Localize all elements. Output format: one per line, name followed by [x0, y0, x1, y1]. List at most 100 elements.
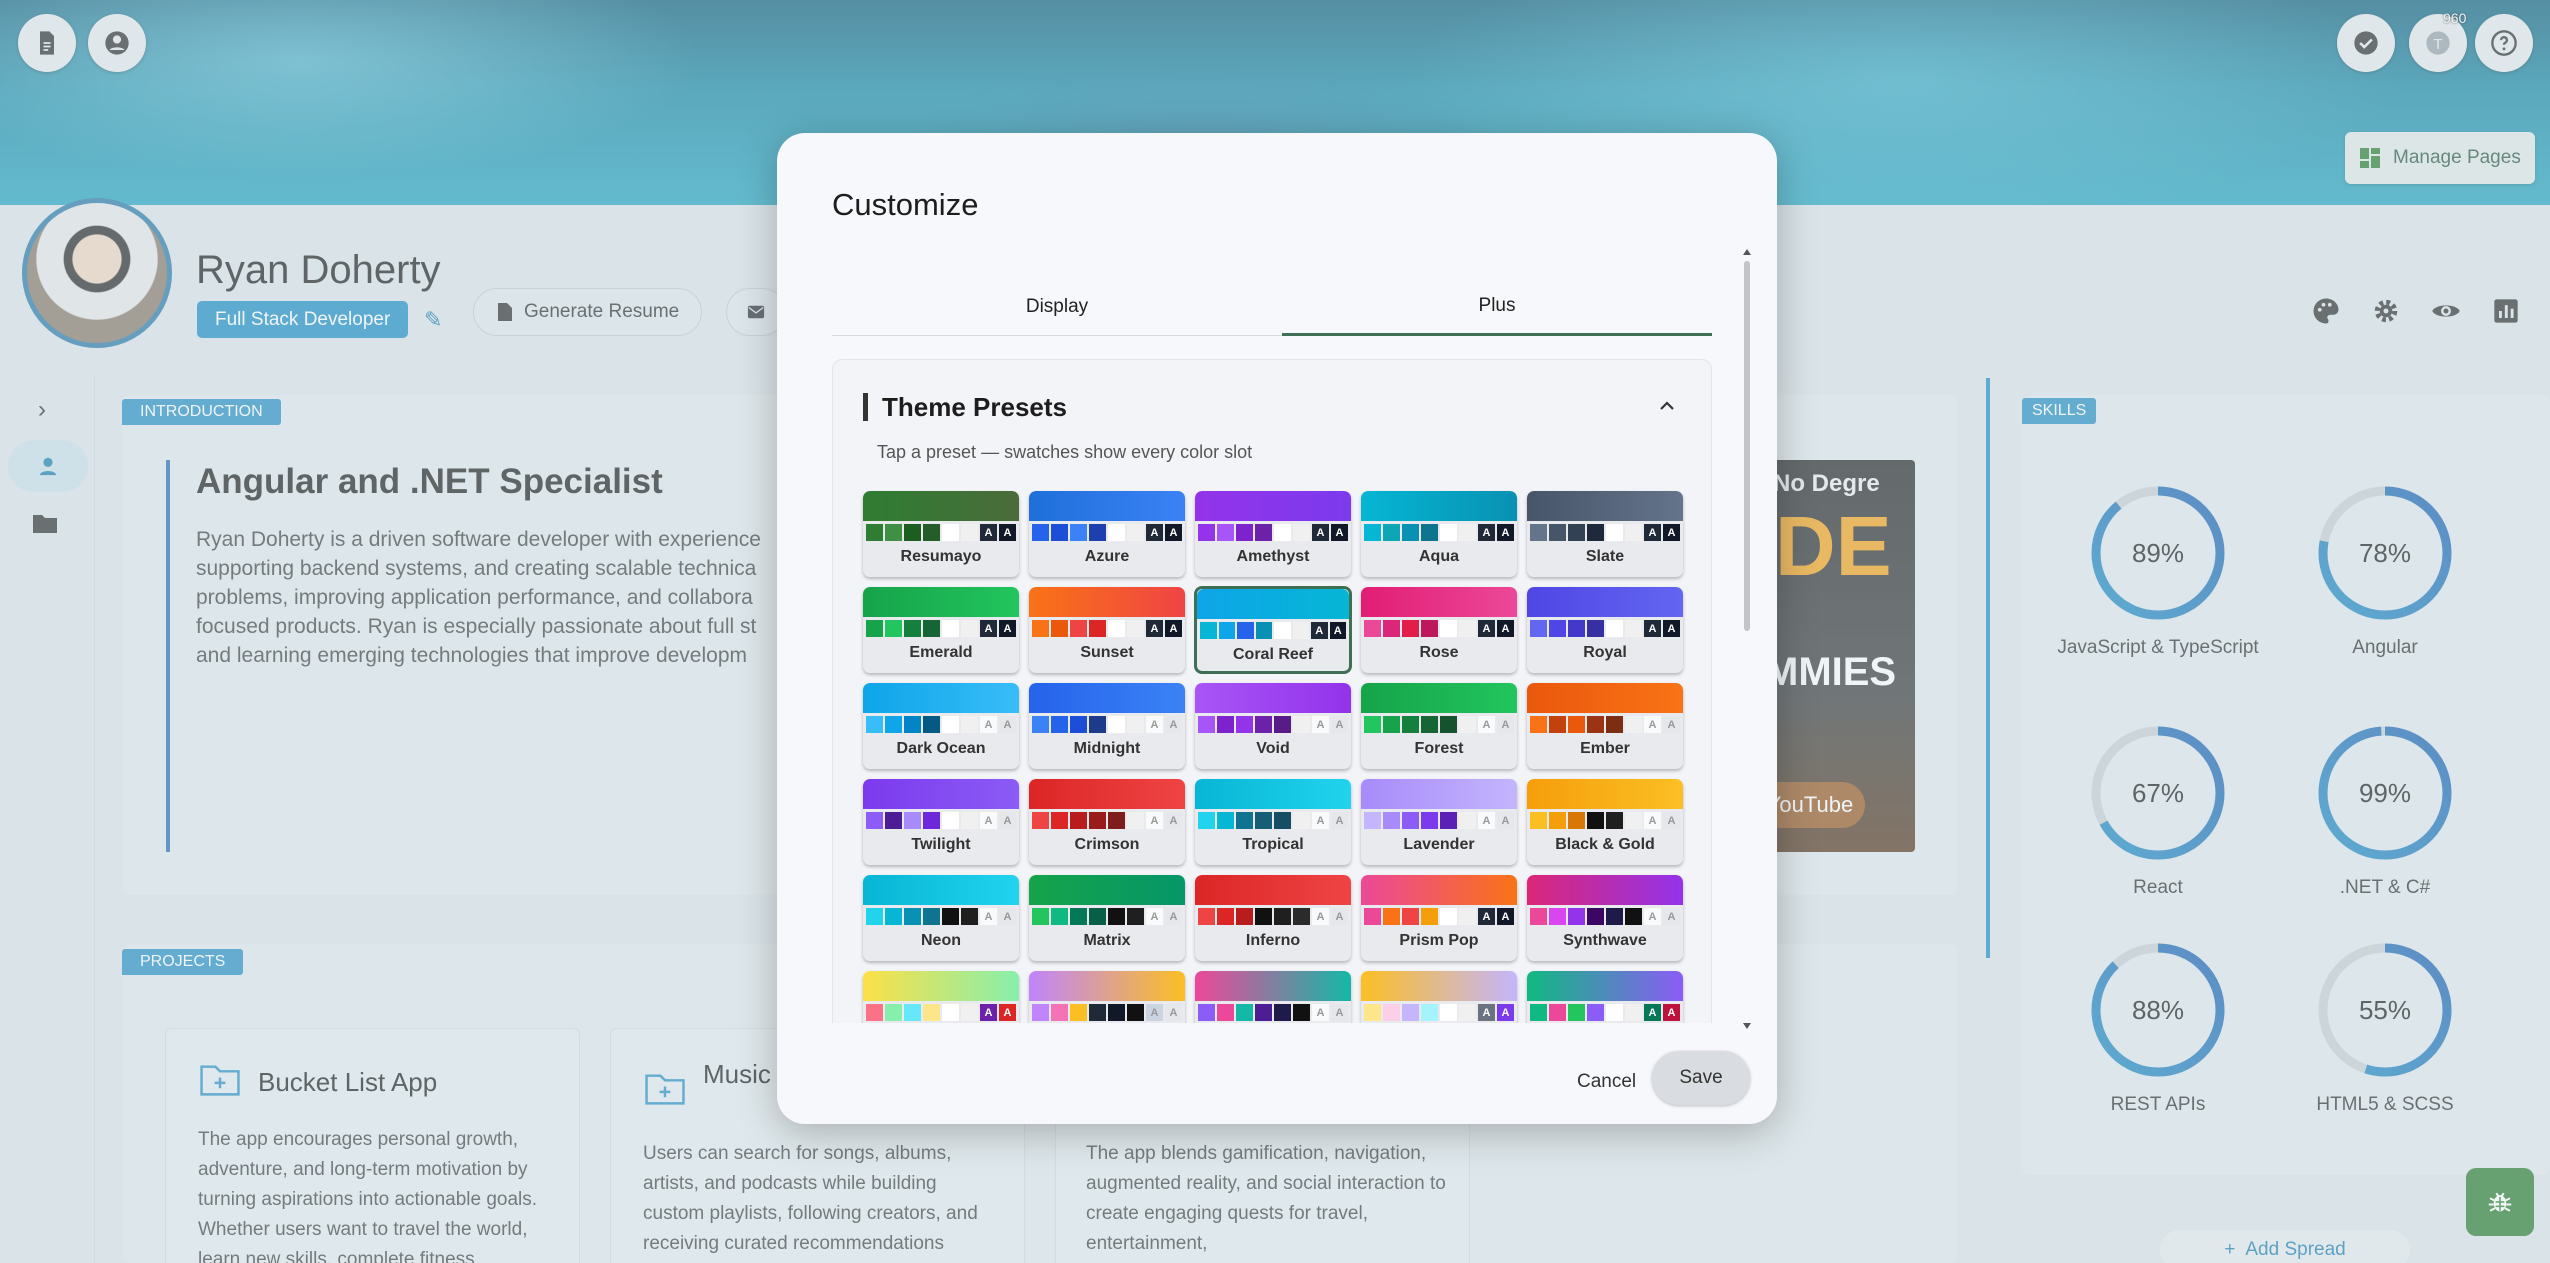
preset-tile[interactable]: A A Forest	[1361, 683, 1517, 769]
color-swatch	[1274, 1004, 1291, 1021]
color-swatch	[1089, 1004, 1106, 1021]
color-swatch	[1051, 716, 1068, 733]
color-swatch	[1625, 812, 1642, 829]
tab-plus[interactable]: Plus	[1282, 278, 1712, 336]
preset-tile[interactable]: A A Tropical	[1195, 779, 1351, 865]
color-swatch	[1032, 524, 1049, 541]
color-swatch	[1568, 908, 1585, 925]
color-swatch: A	[1329, 622, 1346, 639]
preset-tile[interactable]: A A Void	[1195, 683, 1351, 769]
preset-tile[interactable]: A A Matrix	[1029, 875, 1185, 961]
color-swatch	[1032, 1004, 1049, 1021]
preset-tile[interactable]: A A Ember	[1527, 683, 1683, 769]
color-swatch	[1108, 620, 1125, 637]
preset-tile[interactable]: A A Midnight	[1029, 683, 1185, 769]
customize-dialog: Customize Display Plus Theme Presets Tap…	[777, 133, 1777, 1124]
save-button[interactable]: Save	[1652, 1051, 1750, 1105]
color-swatch	[1364, 620, 1381, 637]
color-swatch	[885, 716, 902, 733]
preset-gradient	[1195, 683, 1351, 713]
color-swatch	[1625, 1004, 1642, 1021]
preset-gradient	[1361, 587, 1517, 617]
color-swatch	[1236, 1004, 1253, 1021]
preset-tile[interactable]: A A Sunset	[1029, 587, 1185, 673]
preset-swatches: AA	[1029, 713, 1185, 733]
color-swatch: A	[980, 620, 997, 637]
color-swatch	[1383, 524, 1400, 541]
color-swatch	[1606, 812, 1623, 829]
preset-tile[interactable]: A A Lavender	[1361, 779, 1517, 865]
preset-tile[interactable]: A A Amethyst	[1195, 491, 1351, 577]
preset-name: Inferno	[1245, 932, 1301, 949]
preset-tile[interactable]: A A Prism Pop	[1361, 875, 1517, 961]
color-swatch: A	[1497, 908, 1514, 925]
preset-name: Twilight	[911, 836, 971, 853]
preset-tile[interactable]: A A Rose	[1361, 587, 1517, 673]
preset-tile[interactable]: A A Neon	[863, 875, 1019, 961]
color-swatch	[1255, 1004, 1272, 1021]
theme-presets-heading: Theme Presets	[863, 393, 1067, 421]
dialog-scroll-area[interactable]: Theme Presets Tap a preset — swatches sh…	[832, 359, 1712, 1023]
preset-name: Midnight	[1073, 740, 1141, 757]
color-swatch	[1606, 1004, 1623, 1021]
color-swatch	[885, 908, 902, 925]
color-swatch	[1089, 908, 1106, 925]
color-swatch: A	[1497, 620, 1514, 637]
preset-tile[interactable]: A A Crimson	[1029, 779, 1185, 865]
color-swatch	[1530, 620, 1547, 637]
preset-tile[interactable]: A A Slate	[1527, 491, 1683, 577]
color-swatch	[1051, 908, 1068, 925]
color-swatch: A	[1165, 812, 1182, 829]
preset-name: Black & Gold	[1555, 836, 1655, 853]
color-swatch: A	[1165, 620, 1182, 637]
preset-tile[interactable]: AA	[1029, 971, 1185, 1023]
color-swatch	[1549, 524, 1566, 541]
color-swatch: A	[1146, 908, 1163, 925]
color-swatch	[1383, 812, 1400, 829]
color-swatch	[1198, 524, 1215, 541]
color-swatch	[1421, 524, 1438, 541]
preset-tile[interactable]: A A Coral Reef	[1195, 587, 1351, 673]
cancel-button[interactable]: Cancel	[1557, 1058, 1656, 1106]
color-swatch	[961, 716, 978, 733]
chevron-up-icon[interactable]	[1655, 394, 1679, 418]
color-swatch	[1364, 908, 1381, 925]
preset-tile[interactable]: AA	[863, 971, 1019, 1023]
preset-swatches: AA	[1197, 619, 1349, 639]
preset-gradient	[1527, 491, 1683, 521]
preset-swatches: AA	[1527, 809, 1683, 829]
preset-tile[interactable]: A A Azure	[1029, 491, 1185, 577]
preset-gradient	[863, 683, 1019, 713]
color-swatch: A	[999, 812, 1016, 829]
preset-swatches: AA	[1195, 905, 1351, 925]
color-swatch	[1568, 524, 1585, 541]
preset-tile[interactable]: A A Twilight	[863, 779, 1019, 865]
color-swatch	[866, 812, 883, 829]
preset-tile[interactable]: A A Royal	[1527, 587, 1683, 673]
color-swatch	[1364, 812, 1381, 829]
preset-tile[interactable]: AA	[1195, 971, 1351, 1023]
color-swatch	[961, 1004, 978, 1021]
preset-name: Slate	[1585, 548, 1625, 565]
tab-display[interactable]: Display	[832, 278, 1282, 336]
preset-tile[interactable]: A A Dark Ocean	[863, 683, 1019, 769]
color-swatch	[1530, 1004, 1547, 1021]
color-swatch: A	[1146, 620, 1163, 637]
color-swatch: A	[1165, 908, 1182, 925]
preset-tile[interactable]: A A Synthwave	[1527, 875, 1683, 961]
preset-tile[interactable]: A A Resumayo	[863, 491, 1019, 577]
preset-tile[interactable]: A A Inferno	[1195, 875, 1351, 961]
color-swatch	[1568, 812, 1585, 829]
preset-tile[interactable]: AA	[1527, 971, 1683, 1023]
preset-tile[interactable]: AA	[1361, 971, 1517, 1023]
color-swatch	[1070, 620, 1087, 637]
preset-tile[interactable]: A A Emerald	[863, 587, 1019, 673]
preset-tile[interactable]: A A Black & Gold	[1527, 779, 1683, 865]
preset-gradient	[1029, 779, 1185, 809]
preset-gradient	[1029, 971, 1185, 1001]
dialog-scrollbar[interactable]	[1742, 249, 1752, 1029]
preset-tile[interactable]: A A Aqua	[1361, 491, 1517, 577]
color-swatch	[961, 620, 978, 637]
preset-gradient	[1029, 683, 1185, 713]
color-swatch	[1421, 908, 1438, 925]
